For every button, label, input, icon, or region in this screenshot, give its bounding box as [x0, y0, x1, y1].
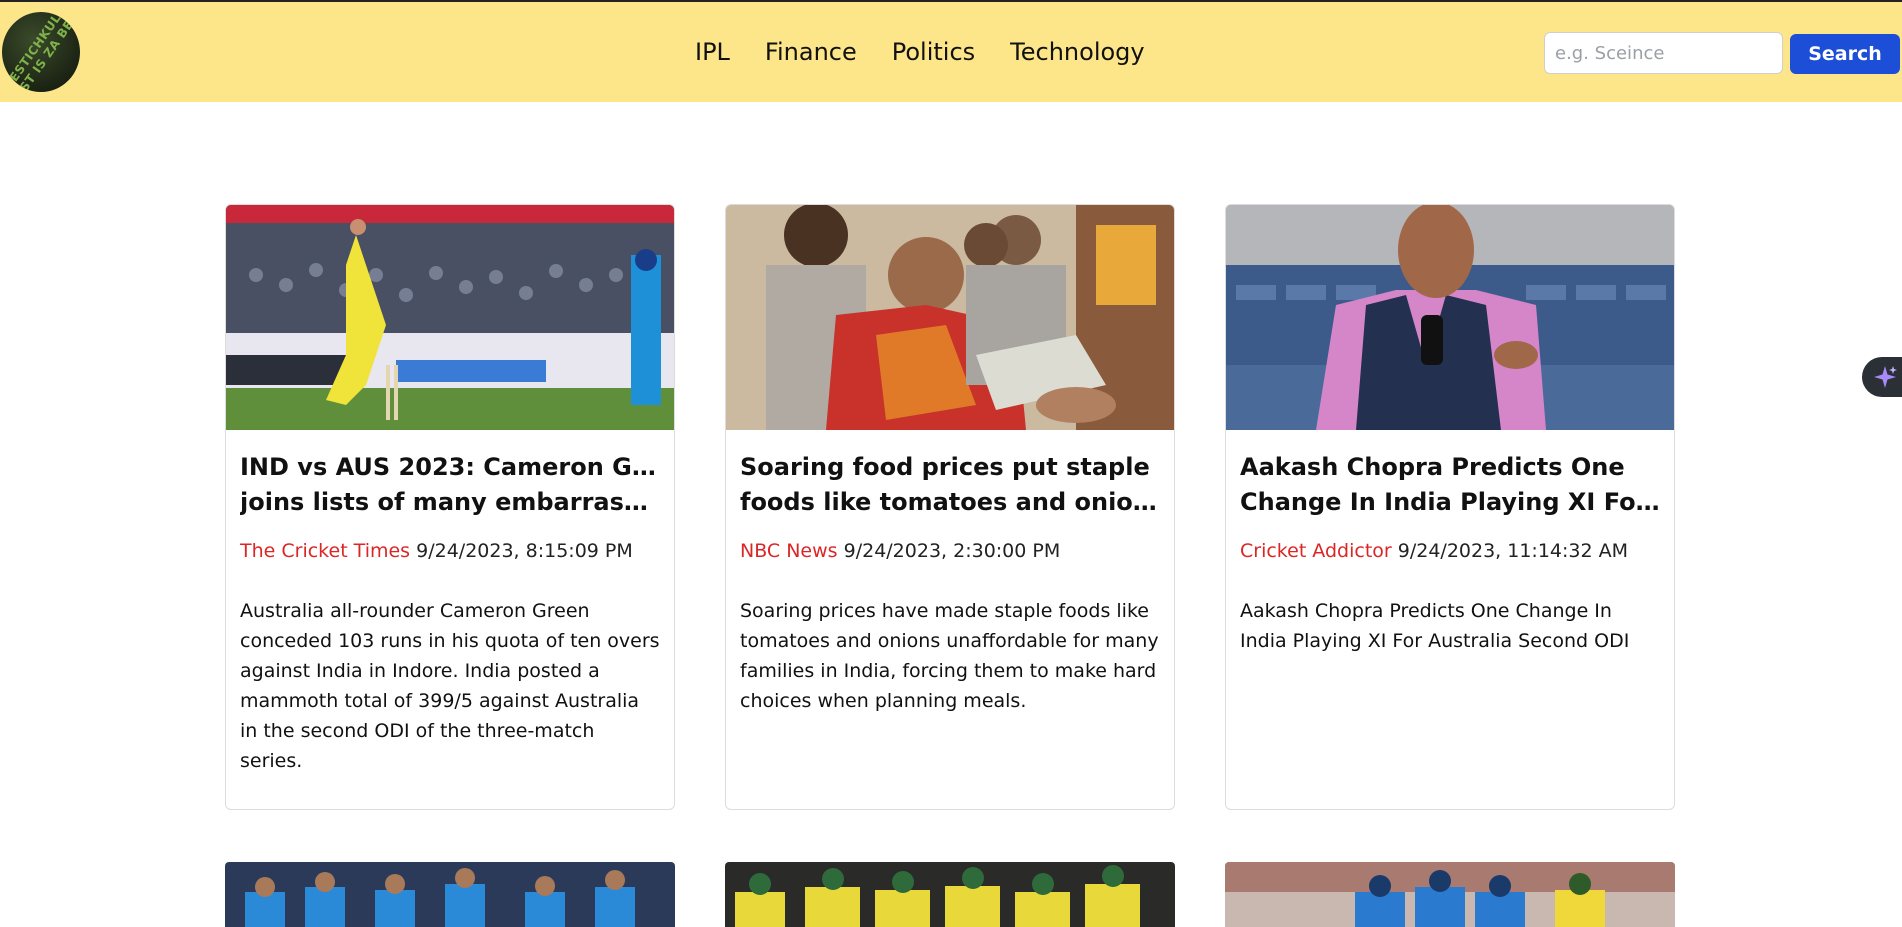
- article-title-line2: joins lists of many embarrassing...: [240, 488, 660, 516]
- nav-link-ipl[interactable]: IPL: [695, 38, 730, 66]
- search-input[interactable]: [1544, 32, 1783, 74]
- article-meta: NBC News 9/24/2023, 2:30:00 PM: [740, 540, 1160, 562]
- article-source[interactable]: The Cricket Times: [240, 540, 410, 562]
- article-source[interactable]: Cricket Addictor: [1240, 540, 1392, 562]
- top-navbar: BESTICHKULE BEST IS ZA BEST IPL Finance …: [0, 2, 1902, 102]
- site-logo[interactable]: BESTICHKULE BEST IS ZA BEST: [2, 12, 80, 92]
- article-description: Soaring prices have made staple foods li…: [740, 600, 1159, 712]
- article-title[interactable]: Aakash Chopra Predicts One Change In Ind…: [1240, 450, 1660, 520]
- article-title-line1: Soaring food prices put staple: [740, 453, 1150, 481]
- news-card[interactable]: Soaring food prices put staple foods lik…: [725, 204, 1175, 810]
- article-description: Australia all-rounder Cameron Green conc…: [240, 600, 660, 772]
- assistant-fab[interactable]: [1862, 357, 1902, 397]
- article-title-line2: Change In India Playing XI For...: [1240, 488, 1660, 516]
- article-date: 9/24/2023, 11:14:32 AM: [1397, 540, 1629, 562]
- article-date: 9/24/2023, 2:30:00 PM: [843, 540, 1061, 562]
- nav-link-technology[interactable]: Technology: [1010, 38, 1144, 66]
- news-card-image-partial[interactable]: [725, 862, 1175, 927]
- article-title[interactable]: IND vs AUS 2023: Cameron Green joins lis…: [240, 450, 660, 520]
- article-title-line2: foods like tomatoes and onions o...: [740, 488, 1160, 516]
- article-date: 9/24/2023, 8:15:09 PM: [416, 540, 633, 562]
- search-button[interactable]: Search: [1790, 34, 1900, 74]
- article-description: Aakash Chopra Predicts One Change In Ind…: [1240, 600, 1630, 652]
- news-card-image-partial[interactable]: [1225, 862, 1675, 927]
- article-title-line1: IND vs AUS 2023: Cameron Green: [240, 453, 660, 481]
- category-nav: IPL Finance Politics Technology: [695, 38, 1145, 66]
- article-meta: The Cricket Times 9/24/2023, 8:15:09 PM: [240, 540, 660, 562]
- article-title-line1: Aakash Chopra Predicts One: [1240, 453, 1625, 481]
- article-meta: Cricket Addictor 9/24/2023, 11:14:32 AM: [1240, 540, 1660, 562]
- nav-link-politics[interactable]: Politics: [892, 38, 975, 66]
- article-image[interactable]: [1226, 205, 1674, 430]
- article-image[interactable]: [226, 205, 674, 430]
- news-card[interactable]: IND vs AUS 2023: Cameron Green joins lis…: [225, 204, 675, 810]
- nav-link-finance[interactable]: Finance: [765, 38, 857, 66]
- article-image[interactable]: [726, 205, 1174, 430]
- article-title[interactable]: Soaring food prices put staple foods lik…: [740, 450, 1160, 520]
- news-card[interactable]: Aakash Chopra Predicts One Change In Ind…: [1225, 204, 1675, 810]
- news-card-image-partial[interactable]: [225, 862, 675, 927]
- sparkle-icon: [1874, 366, 1897, 388]
- article-source[interactable]: NBC News: [740, 540, 838, 562]
